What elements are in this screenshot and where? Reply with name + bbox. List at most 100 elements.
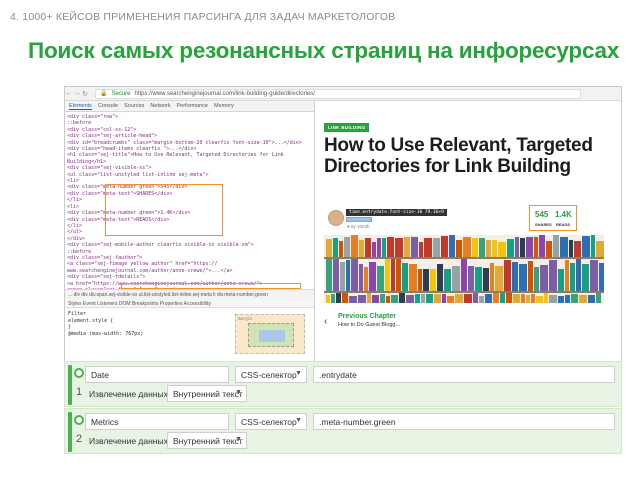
styles-tabs[interactable]: Styles Event Listeners DOM Breakpoints P… [65,299,314,308]
book-spine [369,262,376,291]
selector-input[interactable]: .entrydate [313,366,615,383]
book-spine [326,239,332,257]
book-spine [483,268,489,291]
entrydate-highlight [346,217,372,222]
devtools-tab[interactable]: Network [150,103,170,109]
book-spine [485,294,492,303]
address-bar[interactable]: ← → ↻ 🔒 Secure https://www.searchenginej… [65,87,621,101]
book-spine [544,293,548,303]
book-spine [528,261,533,291]
row-handle-icon[interactable] [74,415,84,425]
book-spine [421,294,425,303]
dom-node-line[interactable]: <h1 class="sej-title">How to Use Relevan… [67,152,314,158]
book-spine [372,295,379,303]
book-spine [507,239,514,257]
book-spine [396,259,401,291]
book-spine [372,242,376,257]
book-spine [539,235,545,257]
book-spine [526,237,533,257]
book-spine [333,238,338,257]
book-spine [424,238,432,257]
book-spine [349,296,357,303]
book-spine [430,269,436,291]
forward-arrow-icon[interactable]: → [73,90,81,97]
author-avatar[interactable] [328,210,344,226]
book-spine [579,295,587,303]
extract-type-select[interactable]: Внутренний текст ▼ [167,385,247,402]
book-spine [519,264,527,291]
book-spine [455,294,463,303]
selector-type-select[interactable]: CSS-селектор ▼ [235,413,307,430]
book-spine [434,294,441,303]
book-spine [382,238,386,257]
url-text: https://www.searchenginejournal.com/link… [134,90,315,97]
book-spine [546,241,552,257]
book-spine [591,235,595,257]
reload-icon[interactable]: ↻ [81,90,89,98]
book-spine [495,266,503,291]
book-spine [468,266,474,291]
book-spine [596,293,601,303]
book-spine [588,295,595,303]
book-spine [596,241,604,257]
book-spine [582,264,589,291]
book-spine [512,262,518,291]
book-spine [475,267,482,291]
book-spine [433,238,440,257]
book-spine [520,238,525,257]
devtools-tab[interactable]: Sources [124,103,144,109]
metrics-highlight-box [105,184,223,236]
book-spine [565,260,569,291]
book-spine [395,238,403,257]
book-spine [418,269,422,291]
book-spine [540,265,548,291]
book-spine [534,267,539,291]
article-page: LINK BUILDING How to Use Relevant, Targe… [316,101,621,377]
book-spine [406,295,414,303]
book-spine [558,296,564,303]
book-spine [391,259,395,291]
devtools-tab[interactable]: Elements [69,103,92,110]
selector-type-value: CSS-селектор [241,370,297,380]
book-spine [444,269,451,291]
shares-label: SHARES [535,222,552,227]
book-spine [399,293,405,303]
book-spine [377,266,384,291]
parser-rule-row: 2 Metrics CSS-селектор ▼ .meta-number.gr… [64,408,622,454]
book-spine [569,240,573,257]
book-spine [498,242,506,257]
extract-type-select[interactable]: Внутренний текст ▼ [167,432,247,449]
book-spine [506,293,512,303]
row-number: 2 [76,433,83,445]
field-name-input[interactable]: Date [85,366,229,383]
selector-type-select[interactable]: CSS-селектор ▼ [235,366,307,383]
book-spine [565,295,570,303]
row-accent-bar [68,412,72,452]
selector-input[interactable]: .meta-number.green [313,413,615,430]
back-arrow-icon[interactable]: ← [65,90,73,97]
book-spine [571,294,578,303]
devtools-tab[interactable]: Console [98,103,118,109]
book-spine [526,295,530,303]
reads-label: READS [556,222,571,227]
field-name-input[interactable]: Metrics [85,413,229,430]
devtools-tab[interactable]: Memory [214,103,234,109]
book-spine [574,241,581,257]
category-badge[interactable]: LINK BUILDING [324,123,370,132]
book-spine [560,237,568,257]
book-spine [340,262,345,291]
devtools-tab[interactable]: Performance [176,103,208,109]
chevron-left-icon: ‹ [324,316,328,327]
book-spine [464,294,472,303]
inspect-tooltip: time.entrydate.font-size-10 79.36×9 [346,209,447,216]
book-spine [534,237,538,257]
author-note: ● 8y 10mth [347,224,370,229]
book-spine [423,269,429,291]
book-spine [463,237,471,257]
url-field[interactable]: 🔒 Secure https://www.searchenginejournal… [95,88,581,99]
row-handle-icon[interactable] [74,368,84,378]
book-spine [387,237,394,257]
book-spine [447,296,454,303]
book-spine [472,238,478,257]
element-breadcrumb[interactable]: ... div div div.span.sej-visible-xs ul.l… [65,289,314,299]
